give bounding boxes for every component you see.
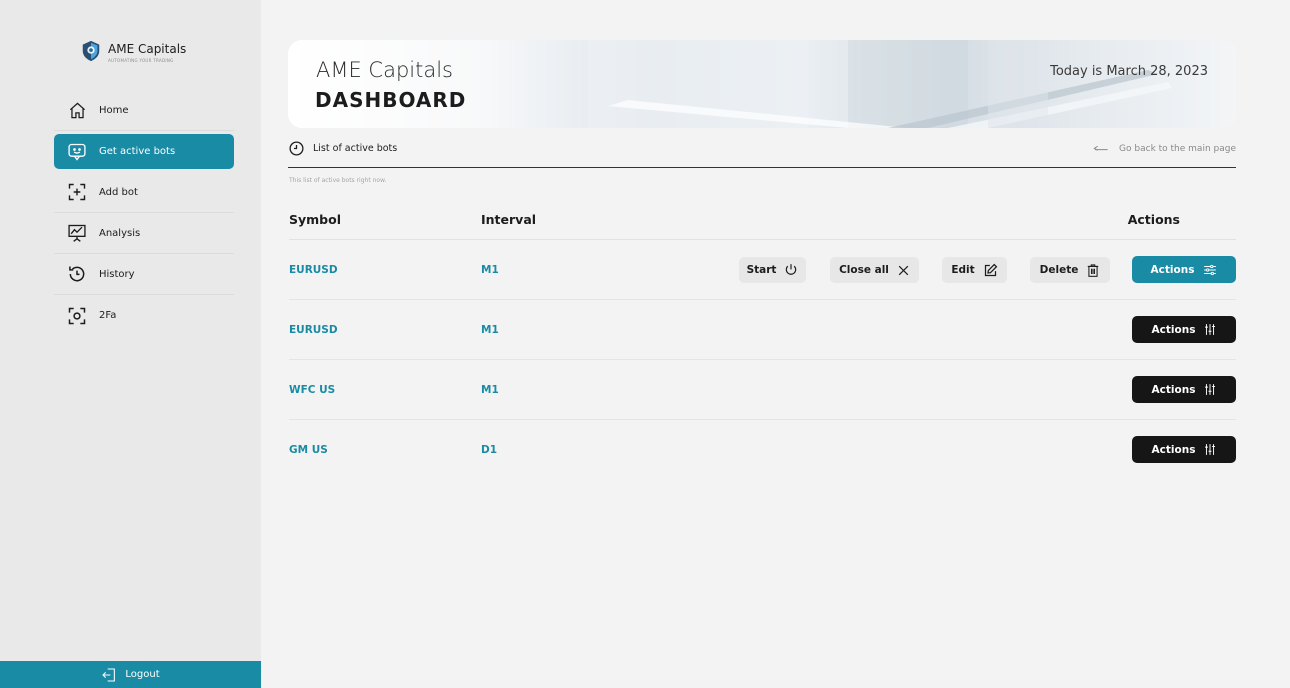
- logout-button[interactable]: Logout: [0, 661, 261, 688]
- bot-chat-icon: [67, 142, 87, 162]
- table-header: Symbol Interval Actions: [289, 200, 1236, 240]
- dashboard-banner: AME Capitals DASHBOARD Today is March 28…: [288, 40, 1236, 128]
- analysis-chart-icon: [67, 223, 87, 243]
- scan-icon: [67, 306, 87, 326]
- actions-button[interactable]: Actions: [1132, 436, 1236, 463]
- cell-symbol[interactable]: EURUSD: [289, 264, 338, 276]
- logout-icon: [101, 667, 117, 683]
- sidebar-item-history[interactable]: History: [54, 254, 234, 295]
- banner-subtitle: DASHBOARD: [315, 88, 467, 112]
- tab-label: List of active bots: [313, 143, 398, 154]
- sidebar-item-home[interactable]: Home: [54, 90, 234, 131]
- actions-button[interactable]: Actions: [1132, 316, 1236, 343]
- sidebar-item-label: Home: [99, 104, 129, 116]
- close-all-label: Close all: [839, 264, 889, 276]
- clock-icon: [288, 140, 305, 157]
- logout-label: Logout: [125, 669, 160, 680]
- cell-interval: M1: [481, 264, 499, 276]
- vertical-sliders-icon: [1204, 443, 1216, 456]
- sidebar-item-2fa[interactable]: 2Fa: [54, 295, 234, 336]
- sidebar-item-add-bot[interactable]: Add bot: [54, 172, 234, 213]
- power-icon: [784, 263, 798, 277]
- delete-button[interactable]: Delete: [1030, 257, 1110, 283]
- bots-table: Symbol Interval Actions EURUSD M1 Start …: [289, 200, 1236, 480]
- vertical-sliders-icon: [1204, 323, 1216, 336]
- table-row: GM US D1 Actions: [289, 420, 1236, 480]
- sidebar: AME Capitals AUTOMATING YOUR TRADING Hom…: [0, 0, 261, 688]
- brand-tagline: AUTOMATING YOUR TRADING: [108, 58, 174, 63]
- close-all-button[interactable]: Close all: [830, 257, 919, 283]
- cell-interval: M1: [481, 324, 499, 336]
- close-icon: [897, 264, 910, 277]
- tab-bar: List of active bots Go back to the main …: [288, 140, 1236, 168]
- home-icon: [67, 100, 87, 120]
- brand-logo-icon: [82, 40, 100, 62]
- sidebar-item-label: Get active bots: [99, 146, 176, 157]
- sidebar-item-label: Add bot: [99, 186, 138, 198]
- header-symbol: Symbol: [289, 212, 341, 227]
- tab-list-of-active-bots[interactable]: List of active bots: [288, 140, 397, 157]
- banner-background-image: [588, 40, 1172, 128]
- vertical-sliders-icon: [1204, 383, 1216, 396]
- brand[interactable]: AME Capitals AUTOMATING YOUR TRADING: [80, 40, 186, 63]
- header-actions: Actions: [1127, 212, 1180, 227]
- back-arrow-icon: [1093, 143, 1109, 155]
- cell-symbol[interactable]: GM US: [289, 444, 328, 456]
- cell-interval: M1: [481, 384, 499, 396]
- actions-label: Actions: [1151, 323, 1196, 336]
- table-row: WFC US M1 Actions: [289, 360, 1236, 420]
- delete-label: Delete: [1039, 264, 1079, 276]
- actions-label: Actions: [1151, 443, 1196, 456]
- actions-label: Actions: [1150, 263, 1195, 276]
- list-description: This list of active bots right now.: [289, 177, 387, 184]
- current-date: Today is March 28, 2023: [1050, 64, 1208, 79]
- actions-label: Actions: [1151, 383, 1196, 396]
- banner-title: AME Capitals: [316, 58, 454, 82]
- sidebar-nav: Home Get active bots Add bot Analysis Hi…: [54, 90, 234, 336]
- trash-icon: [1086, 263, 1100, 278]
- sidebar-item-get-active-bots[interactable]: Get active bots: [54, 134, 234, 169]
- cell-interval: D1: [481, 444, 498, 456]
- edit-label: Edit: [951, 264, 975, 276]
- sidebar-item-analysis[interactable]: Analysis: [54, 213, 234, 254]
- brand-name: AME Capitals: [108, 42, 187, 56]
- sidebar-item-label: Analysis: [99, 227, 141, 239]
- table-row: EURUSD M1 Start Close all Edit Delete Ac…: [289, 240, 1236, 300]
- start-button[interactable]: Start: [739, 257, 806, 283]
- sidebar-item-label: 2Fa: [99, 310, 117, 321]
- edit-button[interactable]: Edit: [942, 257, 1007, 283]
- header-interval: Interval: [481, 212, 537, 227]
- actions-button[interactable]: Actions: [1132, 256, 1236, 283]
- start-label: Start: [746, 264, 777, 276]
- filter-sliders-icon: [1203, 264, 1217, 276]
- back-to-main-link[interactable]: Go back to the main page: [1093, 143, 1236, 155]
- back-link-label: Go back to the main page: [1119, 144, 1236, 154]
- add-bot-icon: [67, 182, 87, 202]
- edit-icon: [983, 263, 998, 278]
- actions-button[interactable]: Actions: [1132, 376, 1236, 403]
- cell-symbol[interactable]: WFC US: [289, 384, 335, 396]
- cell-symbol[interactable]: EURUSD: [289, 324, 338, 336]
- history-icon: [67, 264, 87, 284]
- sidebar-item-label: History: [99, 268, 135, 280]
- table-row: EURUSD M1 Actions: [289, 300, 1236, 360]
